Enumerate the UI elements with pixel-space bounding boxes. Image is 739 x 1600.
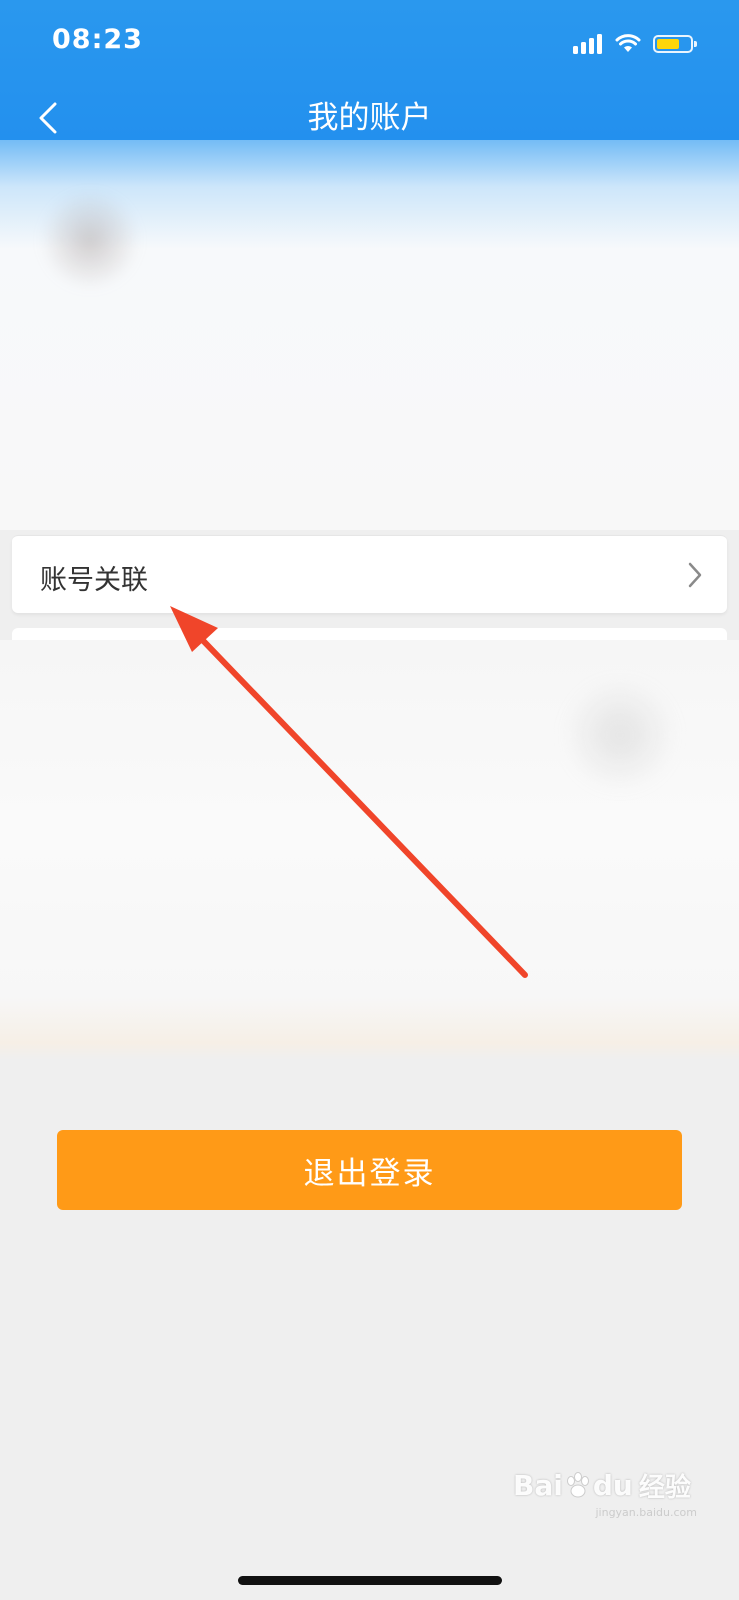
- home-indicator[interactable]: [238, 1576, 502, 1585]
- chevron-right-icon: [688, 562, 702, 588]
- paw-icon: [566, 1472, 589, 1498]
- blurred-avatar: [40, 190, 140, 290]
- signal-icon: [573, 34, 602, 54]
- app-header: 08:23 我的账户: [0, 0, 739, 140]
- watermark-url: jingyan.baidu.com: [595, 1506, 697, 1519]
- wifi-icon: [615, 34, 641, 52]
- account-link-label: 账号关联: [40, 565, 148, 596]
- baidu-jingyan-watermark: Bai du 经验: [513, 1468, 691, 1503]
- blurred-element: [560, 680, 680, 790]
- page-title: 我的账户: [307, 100, 432, 136]
- logout-button[interactable]: 退出登录: [57, 1130, 682, 1210]
- status-time: 08:23: [52, 24, 143, 55]
- account-link-row[interactable]: 账号关联: [12, 535, 727, 613]
- battery-icon: [653, 35, 697, 53]
- status-icons: [573, 30, 697, 58]
